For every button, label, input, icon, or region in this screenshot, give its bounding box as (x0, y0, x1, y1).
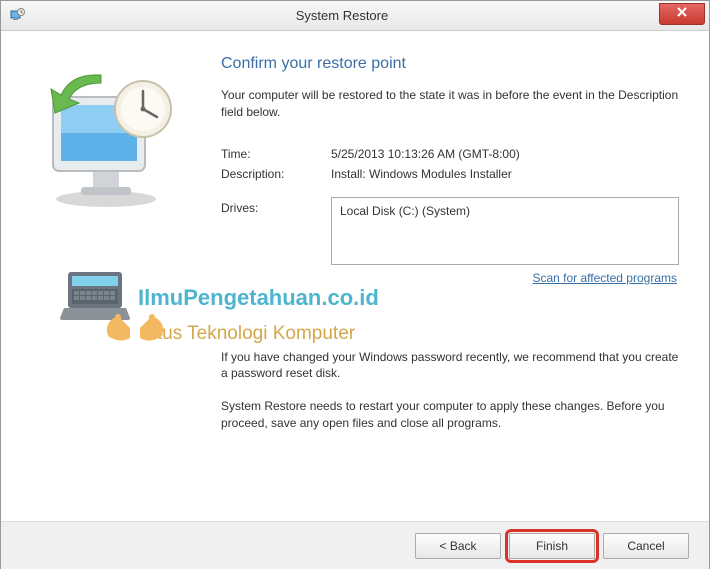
close-button[interactable] (659, 3, 705, 25)
intro-text: Your computer will be restored to the st… (221, 87, 679, 121)
content-area: Confirm your restore point Your computer… (1, 31, 709, 521)
drive-item: Local Disk (C:) (System) (340, 204, 470, 218)
restore-graphic-icon (31, 71, 181, 211)
drives-listbox[interactable]: Local Disk (C:) (System) (331, 197, 679, 265)
time-value: 5/25/2013 10:13:26 AM (GMT-8:00) (331, 147, 679, 161)
close-icon (677, 7, 687, 20)
right-pane: Confirm your restore point Your computer… (211, 31, 709, 521)
back-button[interactable]: < Back (415, 533, 501, 559)
drives-label: Drives: (221, 197, 331, 285)
finish-button[interactable]: Finish (509, 533, 595, 559)
restart-note: System Restore needs to restart your com… (221, 398, 679, 432)
titlebar: System Restore (1, 1, 709, 31)
window-title: System Restore (25, 8, 659, 23)
app-icon (9, 8, 25, 24)
description-row: Description: Install: Windows Modules In… (221, 167, 679, 181)
description-label: Description: (221, 167, 331, 181)
time-label: Time: (221, 147, 331, 161)
button-bar: < Back Finish Cancel (1, 521, 709, 569)
drives-row: Drives: Local Disk (C:) (System) Scan fo… (221, 197, 679, 285)
left-pane (1, 31, 211, 521)
description-value: Install: Windows Modules Installer (331, 167, 679, 181)
time-row: Time: 5/25/2013 10:13:26 AM (GMT-8:00) (221, 147, 679, 161)
page-heading: Confirm your restore point (221, 55, 679, 73)
cancel-button[interactable]: Cancel (603, 533, 689, 559)
password-note: If you have changed your Windows passwor… (221, 349, 679, 383)
scan-programs-link[interactable]: Scan for affected programs (331, 271, 679, 285)
